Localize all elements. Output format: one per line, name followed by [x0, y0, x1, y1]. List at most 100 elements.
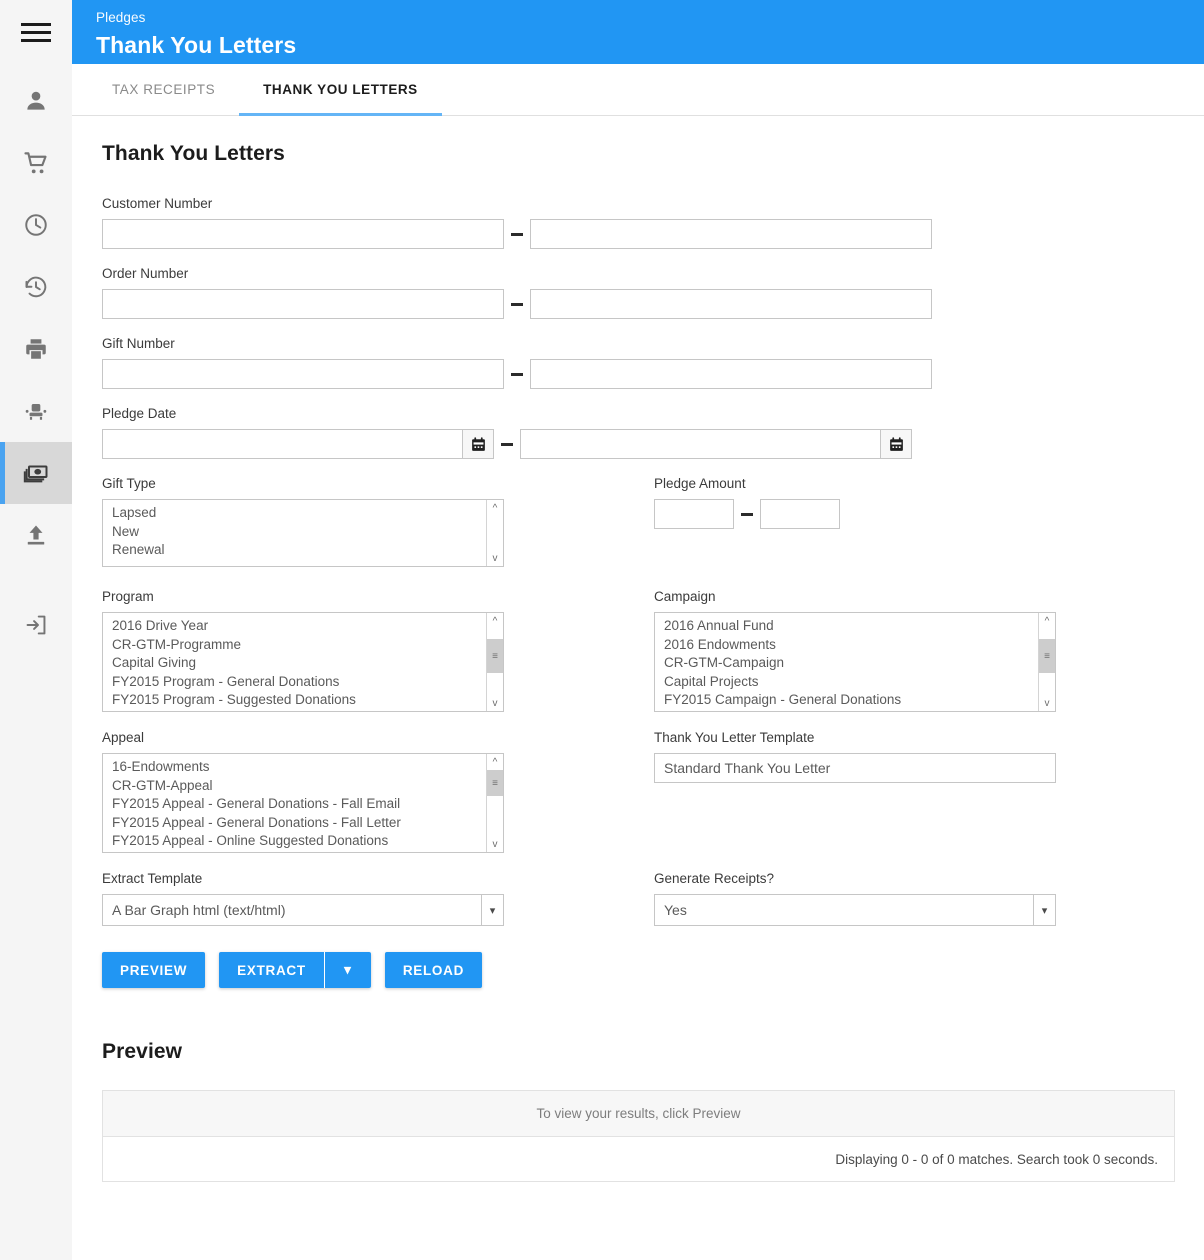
customer-number-to-input[interactable] [530, 219, 932, 249]
scroll-up-icon[interactable]: ^ [1039, 613, 1055, 629]
row-extract-receipts: Extract Template A Bar Graph html (text/… [102, 871, 1175, 926]
calendar-icon-2[interactable] [880, 429, 912, 459]
order-number-to-input[interactable] [530, 289, 932, 319]
appeal-listbox[interactable]: 16-Endowments CR-GTM-Appeal FY2015 Appea… [102, 753, 504, 853]
list-item[interactable]: FY2015 Appeal - General Donations - Fall… [112, 814, 503, 833]
list-item[interactable]: FY2015 Campaign - General Donations [664, 691, 1055, 710]
preview-empty-message: To view your results, click Preview [103, 1091, 1174, 1137]
sidebar-item-constituents[interactable] [0, 70, 72, 132]
generate-receipts-select[interactable]: Yes [654, 894, 1056, 926]
list-item[interactable]: Capital Projects [664, 673, 1055, 692]
list-item[interactable]: Renewal [112, 541, 503, 560]
list-item[interactable]: CR-GTM-Programme [112, 636, 503, 655]
gift-number-from-input[interactable] [102, 359, 504, 389]
scroll-down-icon[interactable]: v [487, 550, 503, 566]
list-item[interactable]: FY2015 Campaign - Suggested Donations [664, 710, 1055, 712]
list-item[interactable]: 2016 Annual Fund [664, 617, 1055, 636]
exit-icon [23, 612, 49, 638]
sidebar-item-history[interactable] [0, 256, 72, 318]
list-item[interactable]: 16-Endowments [112, 758, 503, 777]
scroll-track[interactable] [487, 516, 503, 550]
shopping-cart-icon [23, 150, 50, 177]
pledge-date-to-input[interactable] [520, 429, 880, 459]
appeal-scrollbar[interactable]: ^ ≡ v [486, 754, 503, 852]
extract-template-select[interactable]: A Bar Graph html (text/html) [102, 894, 504, 926]
scroll-thumb[interactable]: ≡ [487, 639, 503, 673]
order-number-from-input[interactable] [102, 289, 504, 319]
order-number-range [102, 289, 1175, 319]
tab-tax-receipts[interactable]: TAX RECEIPTS [88, 64, 239, 115]
gift-number-label: Gift Number [102, 336, 175, 351]
page-title: Thank You Letters [102, 142, 285, 165]
gift-number-to-input[interactable] [530, 359, 932, 389]
app-root: Pledges Thank You Letters TAX RECEIPTS T… [0, 0, 1204, 1260]
person-icon [23, 88, 49, 114]
campaign-listbox[interactable]: 2016 Annual Fund 2016 Endowments CR-GTM-… [654, 612, 1056, 712]
gift-number-range [102, 359, 1175, 389]
scroll-up-icon[interactable]: ^ [487, 754, 503, 770]
list-item[interactable]: 2016 Endowments [664, 636, 1055, 655]
hamburger-menu-icon[interactable] [0, 0, 72, 64]
program-listbox[interactable]: 2016 Drive Year CR-GTM-Programme Capital… [102, 612, 504, 712]
calendar-icon[interactable] [462, 429, 494, 459]
order-number-separator [504, 297, 530, 312]
gift-type-listbox[interactable]: Lapsed New Renewal ^ v [102, 499, 504, 567]
list-item[interactable]: FY2015 Appeal - General Donations - Fall… [112, 795, 503, 814]
customer-number-from-input[interactable] [102, 219, 504, 249]
field-pledge-date: Pledge Date [102, 406, 1175, 459]
sidebar-item-pledges[interactable] [0, 442, 72, 504]
tab-thank-you-letters[interactable]: THANK YOU LETTERS [239, 64, 442, 116]
scroll-thumb[interactable]: ≡ [1039, 639, 1055, 673]
sidebar-item-orders[interactable] [0, 132, 72, 194]
campaign-scrollbar[interactable]: ^ ≡ v [1038, 613, 1055, 711]
scroll-track[interactable]: ≡ [487, 770, 503, 836]
chevron-down-icon[interactable]: ▾ [481, 895, 503, 925]
extract-template-select-wrap[interactable]: A Bar Graph html (text/html) ▾ [102, 894, 504, 926]
scroll-thumb[interactable]: ≡ [487, 770, 503, 796]
pledge-date-from-input[interactable] [102, 429, 462, 459]
list-item[interactable]: Lapsed [112, 504, 503, 523]
scroll-track[interactable]: ≡ [1039, 629, 1055, 695]
campaign-options: 2016 Annual Fund 2016 Endowments CR-GTM-… [655, 613, 1055, 712]
list-item[interactable]: FY2015 Program - General Donations [112, 673, 503, 692]
gift-type-scrollbar[interactable]: ^ v [486, 500, 503, 566]
generate-receipts-select-wrap[interactable]: Yes ▾ [654, 894, 1056, 926]
pledge-amount-from-input[interactable] [654, 499, 734, 529]
extract-button[interactable]: EXTRACT [219, 952, 324, 988]
appeal-label: Appeal [102, 730, 145, 745]
list-item[interactable]: Program 01 [112, 710, 503, 712]
field-generate-receipts: Generate Receipts? Yes ▾ [654, 871, 1175, 926]
field-customer-number: Customer Number [102, 196, 1175, 249]
list-item[interactable]: FY2015 Appeal - Online Suggested Donatio… [112, 832, 503, 851]
pledge-amount-separator [734, 507, 760, 522]
scroll-track[interactable]: ≡ [487, 629, 503, 695]
scroll-down-icon[interactable]: v [1039, 695, 1055, 711]
list-item[interactable]: CR-GTM-Appeal [112, 777, 503, 796]
thank-you-letter-template-input[interactable] [654, 753, 1056, 783]
scroll-down-icon[interactable]: v [487, 695, 503, 711]
list-item[interactable]: CR-GTM-Campaign [664, 654, 1055, 673]
sidebar-item-upload[interactable] [0, 504, 72, 566]
seat-icon [23, 398, 49, 424]
scroll-up-icon[interactable]: ^ [487, 613, 503, 629]
scroll-up-icon[interactable]: ^ [487, 500, 503, 516]
list-item[interactable]: Capital Giving [112, 654, 503, 673]
sidebar-item-scheduled[interactable] [0, 194, 72, 256]
hamburger-bars [21, 18, 51, 47]
extract-dropdown-button[interactable]: ▾ [324, 952, 371, 988]
list-item[interactable]: 2016 Drive Year [112, 617, 503, 636]
action-buttons: PREVIEW EXTRACT ▾ RELOAD [102, 952, 1175, 988]
sidebar-item-seating[interactable] [0, 380, 72, 442]
chevron-down-icon-2[interactable]: ▾ [1033, 895, 1055, 925]
list-item[interactable]: Football Facilities [112, 851, 503, 853]
pledge-amount-to-input[interactable] [760, 499, 840, 529]
list-item[interactable]: New [112, 523, 503, 542]
list-item[interactable]: FY2015 Program - Suggested Donations [112, 691, 503, 710]
program-scrollbar[interactable]: ^ ≡ v [486, 613, 503, 711]
appeal-options: 16-Endowments CR-GTM-Appeal FY2015 Appea… [103, 754, 503, 853]
sidebar-item-logout[interactable] [0, 594, 72, 656]
sidebar-item-print[interactable] [0, 318, 72, 380]
reload-button[interactable]: RELOAD [384, 952, 483, 988]
scroll-down-icon[interactable]: v [487, 836, 503, 852]
preview-button[interactable]: PREVIEW [102, 952, 206, 988]
